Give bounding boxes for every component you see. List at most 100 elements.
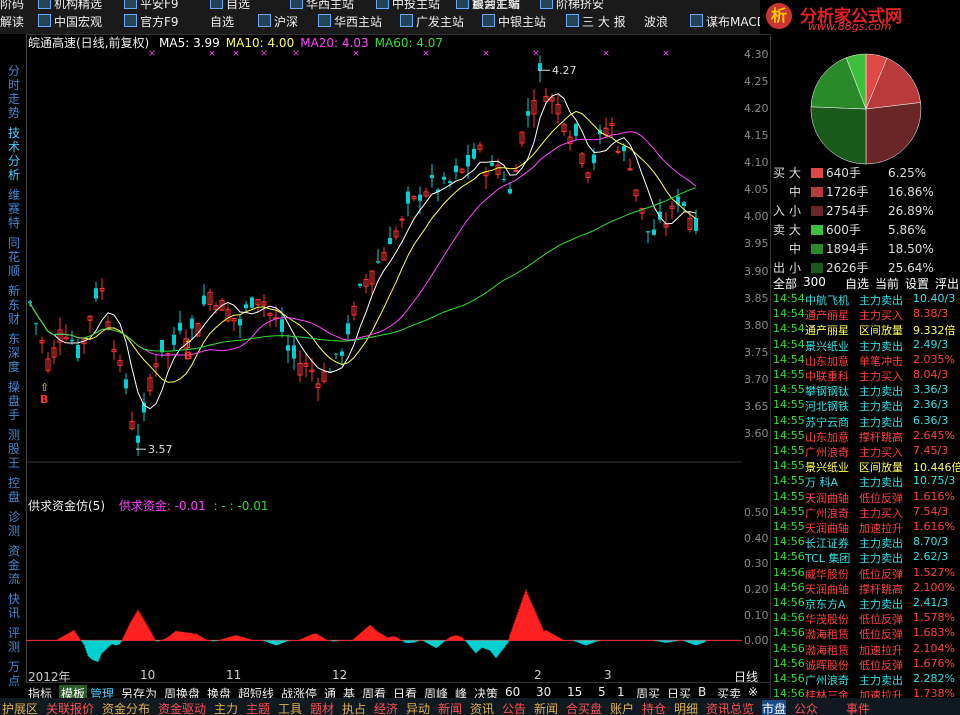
- toolbar-button[interactable]: 华西主站: [318, 13, 382, 30]
- radar-row[interactable]: 14:56 渤海租赁 加速拉升 2.104%: [771, 642, 960, 657]
- radar-stock: 苏宁云商: [805, 415, 849, 429]
- menu-bar-item[interactable]: 工具: [278, 700, 302, 715]
- flow-pct: 26.89%: [888, 204, 934, 218]
- sidebar-tab[interactable]: 测股王: [8, 428, 22, 470]
- sidebar-tab[interactable]: 快讯: [8, 592, 22, 620]
- toolbar-button[interactable]: 官方F9: [124, 13, 179, 30]
- radar-row[interactable]: 14:55 广州浪奇 主力买入 7.54/3: [771, 505, 960, 520]
- toolbar-button[interactable]: 三 大 报: [566, 13, 626, 30]
- radar-row[interactable]: 14:56 华茂股份 低位反弹 1.578%: [771, 611, 960, 626]
- sidebar-tab[interactable]: 万点: [8, 660, 22, 688]
- menu-bar-item[interactable]: 账户: [610, 700, 634, 715]
- sidebar-tab[interactable]: 资金流: [8, 544, 22, 586]
- radar-row[interactable]: 14:55 山东加意 撑杆跳高 2.645%: [771, 429, 960, 444]
- function-bar-item[interactable]: 15: [567, 685, 582, 699]
- sidebar-tab[interactable]: 技术分析: [8, 126, 22, 182]
- radar-row[interactable]: 14:55 天润曲轴 低位反弹 1.616%: [771, 490, 960, 505]
- radar-row[interactable]: 14:55 广州浪奇 主力买入 7.45/3: [771, 444, 960, 459]
- menu-bar-item[interactable]: 事件: [846, 700, 870, 715]
- menu-bar-item[interactable]: 公告: [502, 700, 526, 715]
- toolbar-button[interactable]: 谋布MACD: [690, 13, 766, 30]
- radar-row[interactable]: 14:54 中航飞机 主力卖出 10.40/3: [771, 292, 960, 307]
- radar-tab[interactable]: 300: [803, 275, 826, 289]
- radar-row[interactable]: 14:56 广州浪奇 主力卖出 2.282%: [771, 672, 960, 687]
- toolbar-button[interactable]: 机构精选: [38, 0, 102, 12]
- toolbar-button[interactable]: 解读: [0, 13, 24, 30]
- menu-bar-item[interactable]: 关联报价: [46, 700, 94, 715]
- function-bar-item[interactable]: 1: [617, 685, 625, 699]
- menu-bar-item[interactable]: 公众: [794, 700, 818, 715]
- menu-bar-item[interactable]: 市盘: [762, 700, 787, 715]
- menu-bar-item[interactable]: 明细: [674, 700, 698, 715]
- indicator-chart[interactable]: [26, 510, 742, 668]
- toolbar-button[interactable]: 华西主站: [290, 0, 354, 12]
- radar-row[interactable]: 14:55 天润曲轴 加速拉升 1.616%: [771, 520, 960, 535]
- menu-bar-item[interactable]: 新闻: [534, 700, 558, 715]
- menu-bar-item[interactable]: 主力: [214, 700, 238, 715]
- toolbar-button[interactable]: 广发主站: [400, 13, 464, 30]
- function-bar-item[interactable]: 5: [598, 685, 606, 699]
- radar-row[interactable]: 14:54 通产丽星 主力买入 8.38/3: [771, 307, 960, 322]
- radar-tab[interactable]: 自选: [845, 275, 869, 292]
- function-bar-item[interactable]: 60: [505, 685, 520, 699]
- toolbar-button[interactable]: 中银主站: [482, 13, 546, 30]
- radar-row[interactable]: 14:54 景兴纸业 主力卖出 2.49/3: [771, 338, 960, 353]
- radar-tab[interactable]: 全部: [773, 275, 797, 292]
- radar-tab[interactable]: 当前: [875, 275, 899, 292]
- function-bar-item[interactable]: 30: [536, 685, 551, 699]
- toolbar-button[interactable]: 自选: [210, 0, 250, 12]
- radar-row[interactable]: 14:55 万 科A 主力卖出 10.75/3: [771, 474, 960, 489]
- menu-bar-item[interactable]: 资金驱动: [158, 700, 206, 715]
- radar-row[interactable]: 14:56 诚晖股份 低位反弹 1.676%: [771, 657, 960, 672]
- toolbar-button[interactable]: 平安F9: [124, 0, 179, 12]
- toolbar-button[interactable]: 中国宏观: [38, 13, 102, 30]
- function-bar-item[interactable]: B: [698, 685, 706, 699]
- toolbar-button[interactable]: 阶码: [0, 0, 24, 12]
- sidebar-tab[interactable]: 控盘: [8, 476, 22, 504]
- radar-row[interactable]: 14:56 天润曲轴 撑杆跳高 2.100%: [771, 581, 960, 596]
- sidebar-tab[interactable]: 同花顺: [8, 236, 22, 278]
- menu-bar-item[interactable]: 资金分布: [102, 700, 150, 715]
- radar-row[interactable]: 14:56 京东方A 主力卖出 2.41/3: [771, 596, 960, 611]
- toolbar-button[interactable]: 沪深: [258, 13, 298, 30]
- radar-tab[interactable]: 设置: [905, 275, 929, 292]
- toolbar-button[interactable]: 波浪: [644, 13, 668, 30]
- radar-row[interactable]: 14:55 攀钢钢钛 主力卖出 3.36/3: [771, 383, 960, 398]
- radar-row[interactable]: 14:56 长江证券 主力卖出 8.70/3: [771, 535, 960, 550]
- menu-bar-item[interactable]: 题材: [310, 700, 334, 715]
- menu-bar-item[interactable]: 异动: [406, 700, 430, 715]
- menu-bar-item[interactable]: 执占: [342, 700, 366, 715]
- toolbar-button[interactable]: 银河主站: [456, 0, 520, 12]
- radar-row[interactable]: 14:55 中联重科 主力买入 8.04/3: [771, 368, 960, 383]
- sidebar-tab[interactable]: 操盘手: [8, 380, 22, 422]
- menu-bar-item[interactable]: 护展区: [2, 700, 38, 715]
- toolbar-button[interactable]: 中投主站: [376, 0, 440, 12]
- price-chart[interactable]: × × × × × × × × × × ×4.273.57B⇧B⇧: [26, 48, 742, 488]
- radar-row[interactable]: 14:56 威华股份 低位反弹 1.527%: [771, 566, 960, 581]
- radar-row[interactable]: 14:55 景兴纸业 区间放量 10.446倍: [771, 459, 960, 474]
- toolbar-button[interactable]: 自选: [210, 13, 234, 30]
- radar-row[interactable]: 14:56 TCL 集团 主力卖出 2.62/3: [771, 550, 960, 565]
- radar-tab[interactable]: 浮出: [935, 275, 959, 292]
- radar-row[interactable]: 14:54 山东加意 单笔冲击 2.035%: [771, 353, 960, 368]
- radar-value: 2.41/3: [913, 596, 949, 609]
- menu-bar-item[interactable]: 资讯: [470, 700, 494, 715]
- sidebar-tab[interactable]: 分时走势: [8, 64, 22, 120]
- menu-bar-item[interactable]: 新闻: [438, 700, 462, 715]
- sidebar-tab[interactable]: 维赛特: [8, 188, 22, 230]
- toolbar-button[interactable]: 阶梯挤安: [540, 0, 604, 12]
- function-bar-item[interactable]: ※: [748, 685, 758, 699]
- radar-row[interactable]: 14:55 河北钢铁 主力卖出 2.36/3: [771, 398, 960, 413]
- menu-bar-item[interactable]: 合买盘: [566, 700, 602, 715]
- radar-row[interactable]: 14:56 渤海租赁 低位反弹 1.683%: [771, 626, 960, 641]
- radar-row[interactable]: 14:54 通产丽星 区间放量 9.332倍: [771, 322, 960, 337]
- menu-bar-item[interactable]: 持仓: [642, 700, 666, 715]
- sidebar-tab[interactable]: 诊测: [8, 510, 22, 538]
- sidebar-tab[interactable]: 东深度: [8, 332, 22, 374]
- menu-bar-item[interactable]: 主题: [246, 700, 270, 715]
- radar-row[interactable]: 14:55 苏宁云商 主力卖出 6.36/3: [771, 414, 960, 429]
- sidebar-tab[interactable]: 评测: [8, 626, 22, 654]
- menu-bar-item[interactable]: 资讯总览: [706, 700, 754, 715]
- menu-bar-item[interactable]: 经济: [374, 700, 398, 715]
- sidebar-tab[interactable]: 新东财: [8, 284, 22, 326]
